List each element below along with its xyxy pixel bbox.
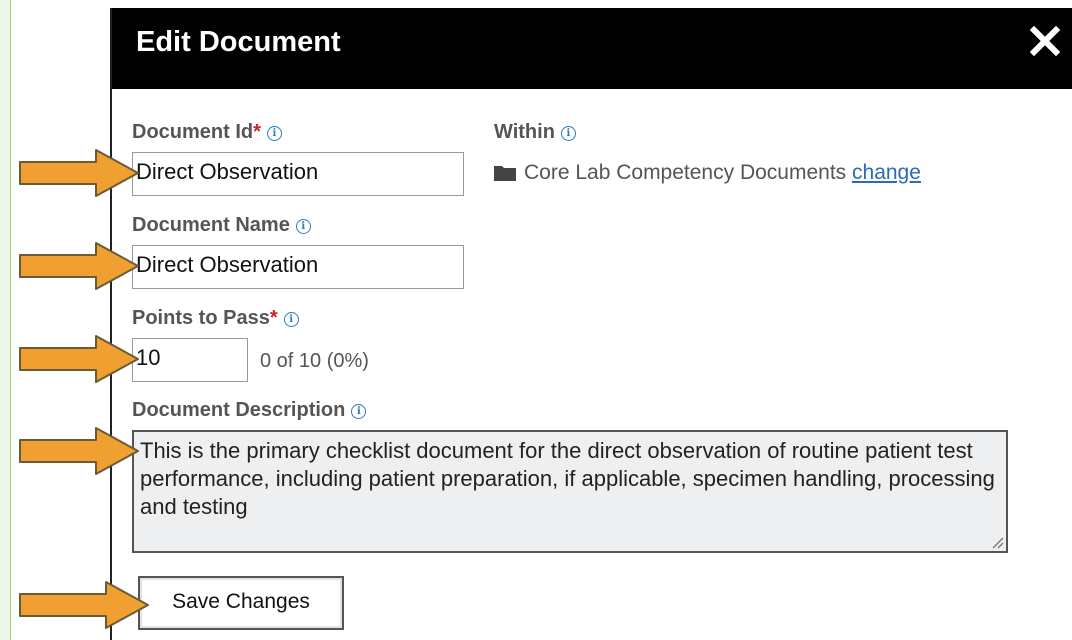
info-icon[interactable]: i [560, 126, 576, 141]
save-changes-button[interactable]: Save Changes [138, 576, 344, 630]
document-name-label: Document Name i [132, 214, 311, 237]
document-id-label: Document Id* i [132, 121, 282, 144]
within-label: Within i [494, 121, 576, 144]
points-summary: 0 of 10 (0%) [260, 350, 369, 372]
within-value: Core Lab Competency Documents change [494, 161, 921, 185]
annotation-arrow [19, 149, 139, 197]
annotation-arrow [19, 335, 139, 383]
change-folder-link[interactable]: change [852, 161, 921, 184]
folder-icon [494, 166, 516, 181]
within-folder-name: Core Lab Competency Documents [524, 161, 847, 184]
edit-document-dialog: Edit Document Document Id* i Direct Obser… [110, 8, 1072, 640]
resize-handle-icon[interactable] [992, 537, 1004, 549]
info-icon[interactable]: i [266, 126, 282, 141]
document-description-label: Document Description i [132, 399, 367, 422]
document-description-textarea[interactable]: This is the primary checklist document f… [132, 430, 1008, 553]
info-icon[interactable]: i [295, 219, 311, 234]
annotation-arrow [19, 242, 139, 290]
points-to-pass-label: Points to Pass* i [132, 307, 299, 330]
dialog-titlebar: Edit Document [112, 8, 1072, 89]
required-mark: * [269, 307, 278, 329]
annotation-arrow [19, 427, 139, 475]
document-description-text: This is the primary checklist document f… [140, 438, 995, 519]
required-mark: * [253, 121, 261, 143]
annotation-arrow [19, 581, 149, 629]
info-icon[interactable]: i [283, 312, 299, 327]
document-name-input[interactable]: Direct Observation [132, 245, 464, 289]
points-to-pass-input[interactable]: 10 [132, 338, 248, 382]
document-id-input[interactable]: Direct Observation [132, 152, 464, 196]
close-icon[interactable] [1030, 26, 1060, 56]
background-panel-edge [0, 0, 11, 640]
info-icon[interactable]: i [351, 404, 367, 419]
dialog-title: Edit Document [136, 26, 341, 58]
